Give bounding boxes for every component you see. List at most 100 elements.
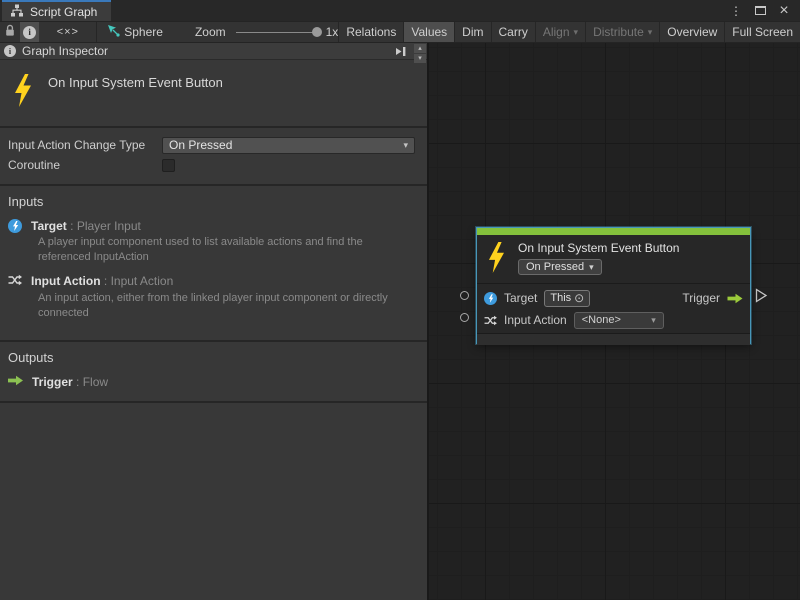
- target-port-icon: [484, 292, 497, 305]
- input-action-dropdown[interactable]: <None> ▾: [574, 312, 664, 329]
- toolbar-right-group: Relations Values Dim Carry Align ▾ Distr…: [338, 22, 800, 42]
- coroutine-row: Coroutine: [8, 155, 415, 175]
- overview-label: Overview: [667, 25, 717, 39]
- zoom-control: Zoom 1x: [195, 22, 338, 42]
- port-type: Input Action: [111, 274, 174, 288]
- input-doc-target: Target : Player Input A player input com…: [8, 219, 417, 266]
- info-icon: i: [23, 26, 36, 39]
- event-bolt-icon: [12, 74, 33, 112]
- outputs-section: Outputs Trigger : Flow: [0, 342, 427, 403]
- dim-button[interactable]: Dim: [454, 22, 490, 42]
- inputs-section: Inputs Target : Player Input A player in…: [0, 186, 427, 342]
- inspector-header-title: Graph Inspector: [22, 44, 108, 58]
- full-screen-button[interactable]: Full Screen: [724, 22, 800, 42]
- carry-label: Carry: [499, 25, 528, 39]
- distribute-button[interactable]: Distribute ▾: [585, 22, 659, 42]
- graph-canvas[interactable]: On Input System Event Button On Pressed …: [429, 43, 800, 600]
- chevron-down-icon: ▾: [648, 27, 653, 38]
- maximize-icon: [755, 6, 766, 15]
- inspector-scrollbar: ▴ ▾: [414, 44, 426, 63]
- type-separator: :: [67, 219, 77, 233]
- input-action-port-label: Input Action: [504, 313, 567, 327]
- code-view-button[interactable]: <×>: [39, 22, 96, 42]
- visual-scripting-window: Script Graph ⋮ × i <×>: [0, 0, 800, 600]
- target-object-value: This: [550, 292, 571, 304]
- input-action-icon: [8, 274, 22, 289]
- chevron-down-icon: ▾: [574, 27, 579, 38]
- event-node[interactable]: On Input System Event Button On Pressed …: [476, 227, 751, 344]
- node-body: Target This ⊙ Trigger: [477, 283, 750, 333]
- tab-label: Script Graph: [30, 5, 97, 19]
- change-type-label: Input Action Change Type: [8, 138, 162, 152]
- object-picker-icon[interactable]: ⊙: [574, 291, 584, 305]
- dock-icon: [395, 46, 407, 57]
- coroutine-checkbox[interactable]: [162, 159, 175, 172]
- output-doc-trigger: Trigger : Flow: [8, 375, 417, 389]
- event-bolt-icon: [486, 242, 506, 278]
- values-label: Values: [411, 25, 447, 39]
- type-separator: :: [101, 274, 111, 288]
- port-type: Player Input: [77, 219, 141, 233]
- inspector-header: i Graph Inspector: [0, 43, 427, 60]
- node-mode-dropdown[interactable]: On Pressed ▾: [518, 259, 602, 275]
- port-name: Input Action: [31, 274, 101, 288]
- window-menu-button[interactable]: ⋮: [726, 2, 746, 20]
- zoom-slider-handle[interactable]: [312, 27, 322, 37]
- graph-owner-label: Sphere: [124, 25, 163, 39]
- close-button[interactable]: ×: [774, 2, 794, 20]
- node-header: On Input System Event Button On Pressed …: [477, 235, 750, 283]
- change-type-row: Input Action Change Type On Pressed ▾: [8, 135, 415, 155]
- carry-button[interactable]: Carry: [491, 22, 535, 42]
- input-action-input-port[interactable]: [460, 313, 469, 322]
- lock-button[interactable]: [0, 22, 20, 42]
- script-graph-icon: [10, 4, 24, 20]
- target-port-icon: [8, 219, 22, 233]
- tab-script-graph[interactable]: Script Graph: [2, 0, 111, 21]
- inspector-empty-area: [0, 403, 427, 600]
- relations-label: Relations: [346, 25, 396, 39]
- code-icon: <×>: [57, 26, 79, 38]
- full-screen-label: Full Screen: [732, 25, 793, 39]
- input-action-icon: [484, 315, 497, 326]
- outputs-section-title: Outputs: [8, 350, 417, 365]
- target-object-field[interactable]: This ⊙: [544, 290, 590, 307]
- node-mode-value: On Pressed: [526, 261, 584, 273]
- port-name: Trigger: [32, 375, 73, 389]
- type-separator: :: [73, 375, 83, 389]
- align-button[interactable]: Align ▾: [535, 22, 585, 42]
- lock-icon: [4, 24, 16, 40]
- port-description: An input action, either from the linked …: [38, 291, 399, 322]
- inspector-toggle-button[interactable]: i: [20, 22, 40, 42]
- dock-panel-button[interactable]: [395, 46, 407, 57]
- node-footer: [477, 333, 750, 345]
- maximize-button[interactable]: [750, 2, 770, 20]
- scroll-up-button[interactable]: ▴: [414, 44, 426, 53]
- scroll-down-button[interactable]: ▾: [414, 54, 426, 63]
- port-description: A player input component used to list av…: [38, 235, 399, 266]
- info-icon: i: [4, 45, 16, 57]
- port-name: Target: [31, 219, 67, 233]
- input-action-port-row: Input Action <None> ▾: [484, 309, 743, 331]
- target-port-label: Target: [504, 291, 537, 305]
- distribute-label: Distribute: [593, 25, 644, 39]
- zoom-slider[interactable]: [236, 32, 318, 33]
- chevron-down-icon: ▾: [403, 140, 408, 151]
- zoom-label: Zoom: [195, 25, 226, 39]
- graph-toolbar: i <×> Sphere Zoom 1x Relations: [0, 21, 800, 43]
- change-type-dropdown[interactable]: On Pressed ▾: [162, 137, 415, 154]
- relations-button[interactable]: Relations: [338, 22, 403, 42]
- trigger-output-port[interactable]: [755, 288, 768, 308]
- target-input-port[interactable]: [460, 291, 469, 300]
- coroutine-label: Coroutine: [8, 158, 162, 172]
- trigger-arrow-icon: [727, 293, 743, 304]
- chevron-down-icon: ▾: [589, 262, 594, 273]
- values-button[interactable]: Values: [403, 22, 454, 42]
- unit-title-block: On Input System Event Button: [0, 60, 427, 128]
- event-node-color-strip: [477, 228, 750, 235]
- align-label: Align: [543, 25, 570, 39]
- chevron-down-icon: ▾: [651, 315, 656, 326]
- input-action-value: <None>: [582, 314, 621, 326]
- dim-label: Dim: [462, 25, 483, 39]
- overview-button[interactable]: Overview: [659, 22, 724, 42]
- graph-owner-button[interactable]: Sphere: [97, 22, 173, 42]
